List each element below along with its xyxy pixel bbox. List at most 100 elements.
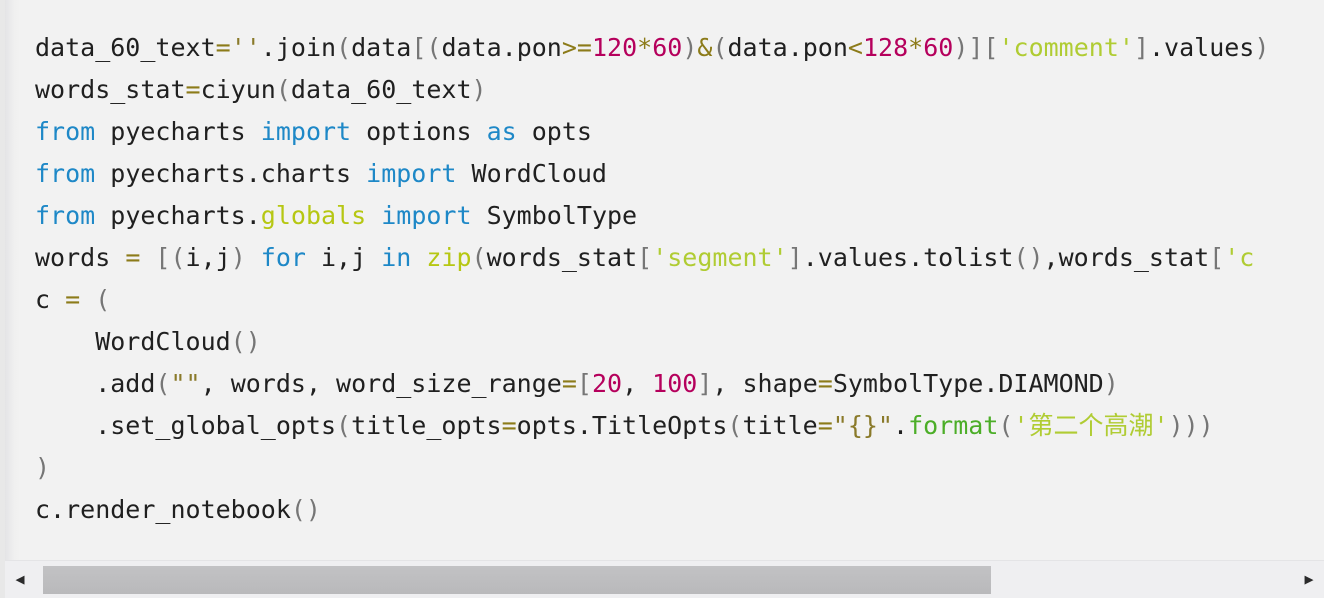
code-token: title_opts (351, 411, 502, 440)
code-token: ( (336, 411, 352, 440)
code-token: .join (260, 33, 337, 62)
code-token: opts (516, 117, 592, 146)
code-token: SymbolType (471, 201, 638, 230)
code-token: c (35, 285, 66, 314)
code-token: ( (275, 75, 291, 104)
code-line: .add("", words, word_size_range=[20, 100… (35, 363, 1269, 405)
code-token: words_stat (1058, 243, 1210, 272)
code-token: data (351, 33, 412, 62)
code-token: = (185, 75, 201, 104)
code-token: '' (230, 33, 261, 62)
code-token: , (1043, 243, 1059, 272)
code-token: .values.tolist (802, 243, 1014, 272)
code-line: words_stat=ciyun(data_60_text) (35, 69, 1269, 111)
code-token: i,j (305, 243, 382, 272)
code-token: = (561, 369, 577, 398)
code-token: WordCloud (35, 327, 231, 356)
code-token: ) (1103, 369, 1119, 398)
code-token: 'c (1224, 243, 1255, 272)
code-token: >= (561, 33, 592, 62)
code-token: , words, word_size_range (200, 369, 562, 398)
code-token: "" (170, 369, 201, 398)
code-token: ( (80, 285, 111, 314)
code-token: ))) (1168, 411, 1214, 440)
code-token: import (260, 117, 352, 146)
code-token: = (65, 285, 81, 314)
code-token: , shape (712, 369, 818, 398)
scrollbar-thumb[interactable] (43, 565, 991, 594)
code-token: .values (1149, 33, 1255, 62)
code-token: options (351, 117, 487, 146)
code-token: ] (697, 369, 713, 398)
scrollbar-track[interactable] (35, 561, 1294, 598)
code-token: 20 (591, 369, 623, 398)
scroll-left-arrow-icon[interactable]: ◀ (5, 561, 35, 598)
code-token: i,j (185, 243, 231, 272)
code-token: [( (140, 243, 186, 272)
code-token: import (381, 201, 472, 230)
code-token: .add (35, 369, 156, 398)
code-token: format (908, 411, 999, 440)
code-token: . (893, 411, 909, 440)
code-token: zip (426, 243, 472, 272)
code-token: data.pon (727, 33, 848, 62)
code-token: 第二个高潮 (1028, 411, 1154, 440)
code-token: ' (1013, 411, 1029, 440)
code-line: c = ( (35, 279, 1269, 321)
code-token: = (817, 369, 833, 398)
code-token: as (486, 117, 517, 146)
code-viewport[interactable]: data_60_text=''.join(data[(data.pon>=120… (5, 0, 1324, 560)
code-token: & (697, 33, 713, 62)
code-token: = (125, 243, 141, 272)
code-token: ) (682, 33, 698, 62)
code-token: = (501, 411, 517, 440)
code-token: ] (787, 243, 803, 272)
code-token: ( (155, 369, 171, 398)
code-token: () (230, 327, 261, 356)
code-token: ( (727, 411, 743, 440)
code-token: pyecharts.charts (95, 159, 367, 188)
code-token: in (381, 243, 412, 272)
code-token: ) (35, 453, 51, 482)
code-token: () (290, 495, 321, 524)
code-line: from pyecharts import options as opts (35, 111, 1269, 153)
code-token: = (817, 411, 833, 440)
code-line: words = [(i,j) for i,j in zip(words_stat… (35, 237, 1269, 279)
code-token: [ (1209, 243, 1225, 272)
code-token: ] (1133, 33, 1149, 62)
code-token: words (35, 243, 126, 272)
code-token: 120 (591, 33, 638, 62)
code-token: [ (637, 243, 653, 272)
code-token: < (847, 33, 863, 62)
code-token: from (35, 117, 96, 146)
code-token: * (637, 33, 653, 62)
code-token: 'comment' (998, 33, 1134, 62)
code-token: for (260, 243, 306, 272)
code-line: from pyecharts.globals import SymbolType (35, 195, 1269, 237)
code-token: = (215, 33, 231, 62)
code-token: data_60_text (290, 75, 472, 104)
code-line: data_60_text=''.join(data[(data.pon>=120… (35, 27, 1269, 69)
code-token: ( (998, 411, 1014, 440)
code-text[interactable]: data_60_text=''.join(data[(data.pon>=120… (35, 27, 1269, 531)
code-token: "{}" (832, 411, 893, 440)
code-token: 'segment' (652, 243, 788, 272)
code-token: words_stat (35, 75, 186, 104)
code-token: words_stat (486, 243, 638, 272)
code-token: opts.TitleOpts (516, 411, 728, 440)
horizontal-scrollbar[interactable]: ◀ ▶ (5, 560, 1324, 598)
code-line: ) (35, 447, 1269, 489)
code-token: data.pon (441, 33, 562, 62)
code-token: , (622, 369, 653, 398)
code-token: from (35, 201, 96, 230)
code-token: from (35, 159, 96, 188)
code-token: 100 (652, 369, 698, 398)
scroll-right-arrow-icon[interactable]: ▶ (1294, 561, 1324, 598)
code-token: .set_global_opts (35, 411, 337, 440)
code-token: c.render_notebook (35, 495, 291, 524)
code-token: ) (1254, 33, 1270, 62)
code-token: ( (336, 33, 352, 62)
code-token: ' (1153, 411, 1169, 440)
code-token: globals (260, 201, 367, 230)
